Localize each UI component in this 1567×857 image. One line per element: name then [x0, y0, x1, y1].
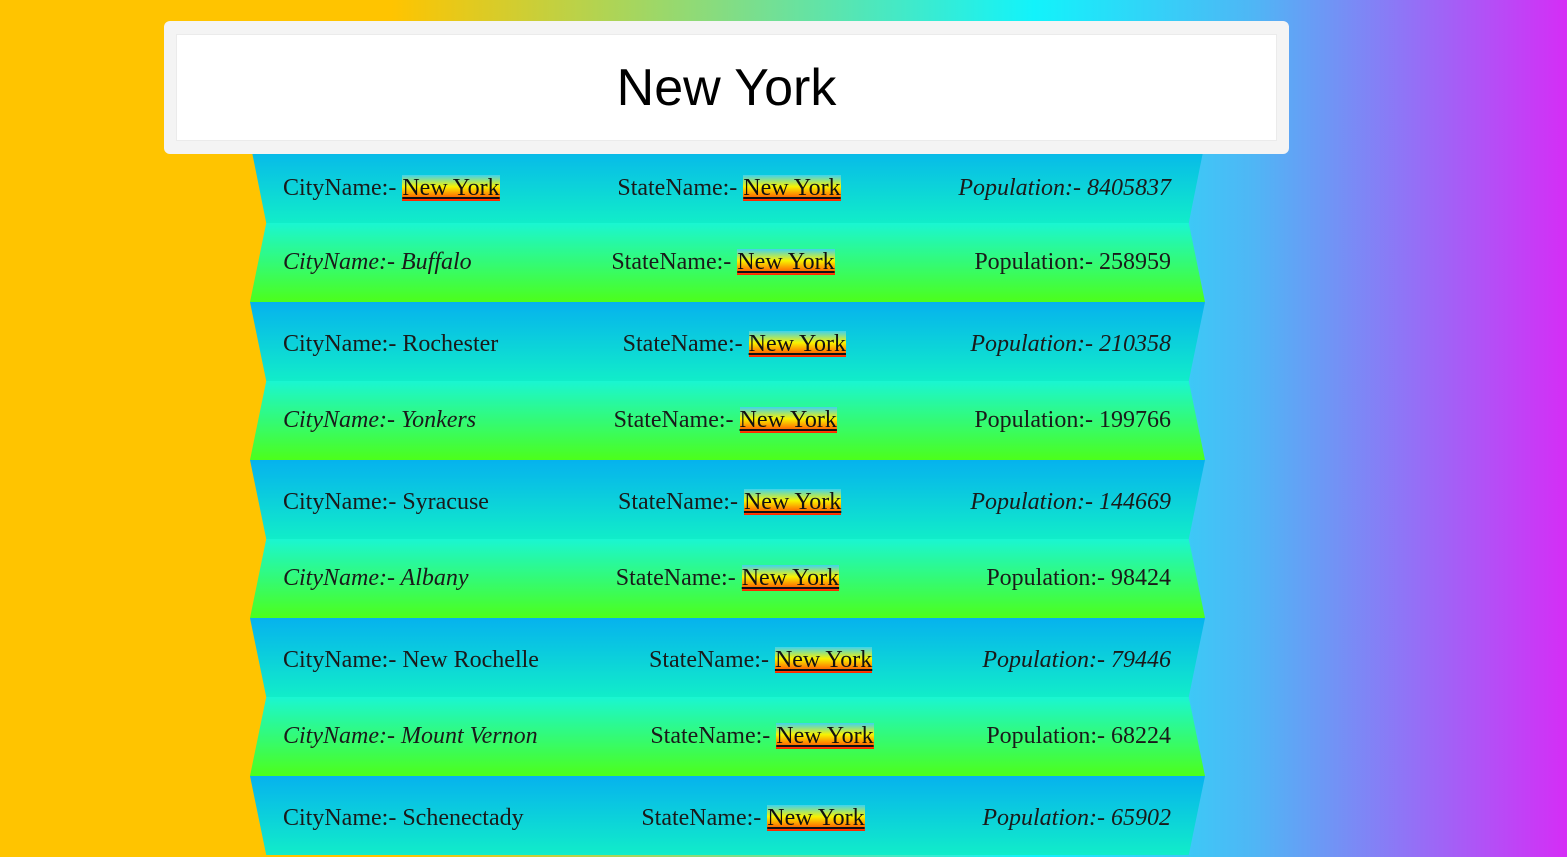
population-value: 199766: [1098, 407, 1171, 433]
list-item: CityName:- Rochester StateName:- New Yor…: [250, 302, 1205, 381]
population-cell: Population:- 79446: [982, 647, 1171, 674]
city-name: Rochester: [402, 331, 499, 357]
city-name: Buffalo: [400, 249, 472, 275]
search-form: [164, 21, 1289, 154]
state-name-highlight: New York: [739, 407, 837, 433]
state-label: StateName:-: [617, 489, 744, 515]
city-name: Albany: [400, 565, 469, 591]
population-label: Population:-: [986, 565, 1111, 591]
population-value: 98424: [1110, 565, 1171, 591]
population-value: 79446: [1111, 647, 1171, 673]
state-cell: StateName:- New York: [648, 647, 873, 674]
list-item: CityName:- Yonkers StateName:- New York …: [250, 381, 1205, 460]
state-cell: StateName:- New York: [614, 407, 837, 434]
state-name-highlight: New York: [767, 805, 865, 831]
state-cell: StateName:- New York: [611, 249, 835, 276]
city-label: CityName:-: [283, 565, 401, 591]
city-cell: CityName:- Buffalo: [283, 249, 472, 276]
state-label: StateName:-: [613, 407, 740, 433]
state-cell: StateName:- New York: [617, 489, 842, 516]
list-item: CityName:- Syracuse StateName:- New York…: [250, 460, 1205, 539]
city-cell: CityName:- Schenectady: [283, 805, 524, 832]
population-cell: Population:- 144669: [970, 489, 1171, 516]
population-cell: Population:- 98424: [986, 565, 1171, 592]
city-cell: CityName:- Albany: [283, 565, 469, 592]
city-name-highlight: New York: [402, 175, 500, 201]
results-list: CityName:- New York StateName:- New York…: [250, 142, 1205, 855]
state-name-highlight: New York: [737, 249, 835, 275]
population-value: 8405837: [1086, 175, 1171, 201]
population-label: Population:-: [958, 175, 1087, 201]
city-name: Mount Vernon: [400, 723, 538, 749]
city-label: CityName:-: [283, 249, 401, 275]
state-name-highlight: New York: [743, 489, 842, 515]
city-cell: CityName:- Syracuse: [283, 489, 489, 516]
population-label: Population:-: [970, 331, 1099, 357]
state-cell: StateName:- New York: [650, 723, 874, 750]
city-cell: CityName:- Rochester: [283, 331, 498, 358]
city-name: New Rochelle: [402, 647, 539, 673]
state-cell: StateName:- New York: [623, 331, 846, 358]
population-value: 210358: [1099, 331, 1171, 357]
state-label: StateName:-: [648, 647, 775, 673]
city-cell: CityName:- Mount Vernon: [283, 723, 538, 750]
state-name-highlight: New York: [748, 331, 846, 357]
state-name-highlight: New York: [774, 647, 873, 673]
city-cell: CityName:- New Rochelle: [283, 647, 539, 674]
state-label: StateName:-: [611, 249, 738, 275]
city-label: CityName:-: [283, 175, 403, 201]
population-cell: Population:- 210358: [970, 331, 1171, 358]
state-label: StateName:-: [615, 565, 742, 591]
population-value: 65902: [1111, 805, 1171, 831]
city-label: CityName:-: [283, 723, 401, 749]
state-name-highlight: New York: [743, 175, 841, 201]
population-label: Population:-: [974, 407, 1099, 433]
state-label: StateName:-: [641, 805, 768, 831]
state-name-highlight: New York: [741, 565, 840, 591]
list-item: CityName:- New Rochelle StateName:- New …: [250, 618, 1205, 697]
search-input[interactable]: [176, 34, 1277, 141]
population-cell: Population:- 199766: [974, 407, 1171, 434]
list-item: CityName:- Schenectady StateName:- New Y…: [250, 776, 1205, 855]
city-label: CityName:-: [283, 331, 403, 357]
city-cell: CityName:- New York: [283, 175, 500, 202]
city-cell: CityName:- Yonkers: [283, 407, 476, 434]
state-label: StateName:-: [650, 723, 777, 749]
population-cell: Population:- 8405837: [958, 175, 1171, 202]
population-value: 258959: [1098, 249, 1171, 275]
population-cell: Population:- 65902: [982, 805, 1171, 832]
population-label: Population:-: [970, 489, 1099, 515]
list-item: CityName:- Buffalo StateName:- New York …: [250, 223, 1205, 302]
state-name-highlight: New York: [776, 723, 874, 749]
state-cell: StateName:- New York: [641, 805, 865, 832]
state-label: StateName:-: [617, 175, 744, 201]
city-label: CityName:-: [283, 489, 403, 515]
city-label: CityName:-: [283, 407, 401, 433]
population-label: Population:-: [982, 647, 1111, 673]
population-cell: Population:- 258959: [974, 249, 1171, 276]
population-cell: Population:- 68224: [986, 723, 1171, 750]
population-label: Population:-: [974, 249, 1099, 275]
city-label: CityName:-: [283, 805, 403, 831]
population-label: Population:-: [982, 805, 1111, 831]
state-label: StateName:-: [622, 331, 749, 357]
list-item: CityName:- Albany StateName:- New York P…: [250, 539, 1205, 618]
population-value: 68224: [1111, 723, 1171, 749]
population-label: Population:-: [986, 723, 1111, 749]
list-item: CityName:- Mount Vernon StateName:- New …: [250, 697, 1205, 776]
population-value: 144669: [1098, 489, 1171, 515]
city-name: Schenectady: [402, 805, 524, 831]
city-name: Yonkers: [400, 407, 477, 433]
city-label: CityName:-: [283, 647, 403, 673]
state-cell: StateName:- New York: [615, 565, 840, 592]
city-name: Syracuse: [402, 489, 489, 515]
list-item: CityName:- New York StateName:- New York…: [250, 142, 1205, 223]
state-cell: StateName:- New York: [617, 175, 841, 202]
